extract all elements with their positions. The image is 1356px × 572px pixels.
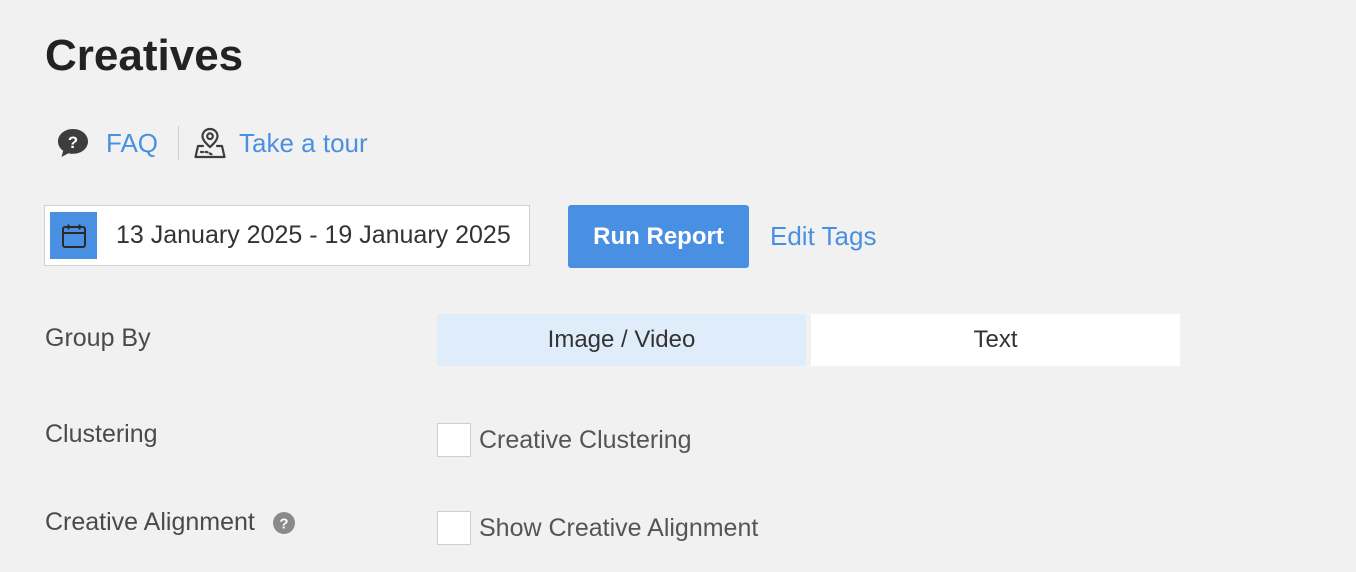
- creatives-page: Creatives ? FAQ Take a tour 13 January 2…: [0, 0, 1356, 572]
- date-range-text: 13 January 2025 - 19 January 2025: [116, 221, 511, 249]
- edit-tags-link[interactable]: Edit Tags: [770, 218, 876, 254]
- group-by-image-video-option[interactable]: Image / Video: [437, 314, 806, 366]
- help-divider: [178, 126, 180, 160]
- creative-clustering-label: Creative Clustering: [479, 425, 692, 454]
- creative-alignment-label: Creative Alignment: [45, 508, 255, 536]
- take-a-tour-link[interactable]: Take a tour: [193, 126, 368, 160]
- group-by-label: Group By: [45, 324, 151, 352]
- question-bubble-icon: ?: [56, 126, 90, 160]
- page-title: Creatives: [45, 31, 244, 80]
- question-circle-icon[interactable]: ?: [272, 511, 296, 535]
- faq-link[interactable]: ? FAQ: [56, 126, 158, 160]
- date-range-picker[interactable]: 13 January 2025 - 19 January 2025: [44, 205, 530, 266]
- creative-clustering-row: Creative Clustering: [437, 423, 692, 457]
- show-creative-alignment-row: Show Creative Alignment: [437, 511, 758, 545]
- calendar-icon: [50, 212, 97, 259]
- svg-text:?: ?: [279, 516, 288, 533]
- show-creative-alignment-label: Show Creative Alignment: [479, 513, 759, 542]
- faq-label: FAQ: [106, 127, 159, 158]
- map-pin-icon: [193, 126, 227, 160]
- svg-text:?: ?: [68, 133, 78, 152]
- creative-clustering-checkbox[interactable]: [437, 423, 471, 457]
- run-report-button[interactable]: Run Report: [568, 205, 749, 268]
- group-by-text-option[interactable]: Text: [811, 314, 1180, 366]
- tour-label: Take a tour: [239, 127, 368, 158]
- creative-alignment-label-group: Creative Alignment ?: [45, 508, 296, 537]
- help-links: ? FAQ Take a tour: [56, 122, 368, 164]
- clustering-label: Clustering: [45, 420, 158, 448]
- show-creative-alignment-checkbox[interactable]: [437, 511, 471, 545]
